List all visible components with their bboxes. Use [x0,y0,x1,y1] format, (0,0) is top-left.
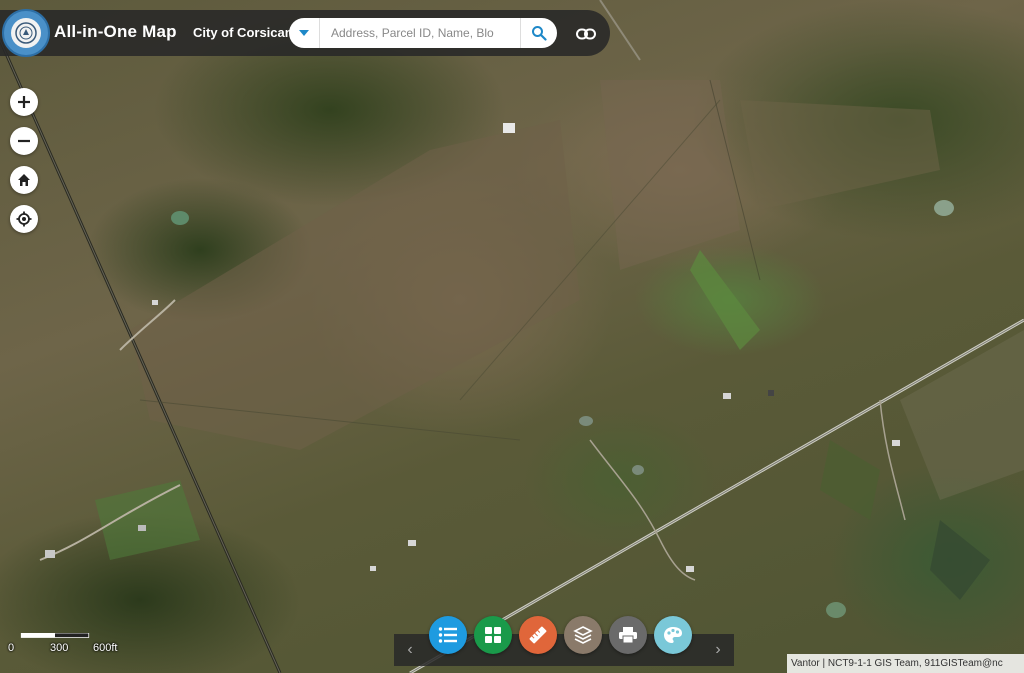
grid-icon [485,627,501,643]
layer-list-tool[interactable] [429,616,467,654]
minus-icon [18,139,30,143]
toolbar-prev-button[interactable]: ‹ [396,634,424,666]
search-button[interactable] [520,18,557,48]
scale-label-300: 300 [50,642,69,654]
zoom-in-button[interactable] [10,88,38,116]
search-source-dropdown[interactable] [289,18,320,48]
palette-icon [664,627,682,643]
search-input[interactable] [325,18,519,48]
map-attribution[interactable]: Vantor | NCT9-1-1 GIS Team, 911GISTeam@n… [787,654,1024,673]
toolbar-next-button[interactable]: › [704,634,732,666]
home-icon [18,174,30,186]
chevron-down-icon [299,30,309,36]
zoom-out-button[interactable] [10,127,38,155]
scale-bar [20,633,90,638]
scale-label-600: 600ft [93,642,118,654]
layers-tool[interactable] [564,616,602,654]
city-seal-icon [11,18,41,48]
plus-icon [18,96,30,108]
locate-icon [16,211,32,227]
basemap-gallery-tool[interactable] [474,616,512,654]
map-features [0,0,1024,673]
share-link-button[interactable] [572,20,600,48]
ruler-icon [529,626,547,644]
search-icon [532,26,547,41]
chevron-left-icon: ‹ [407,641,413,658]
city-label: City of Corsicana [193,25,300,40]
list-icon [438,627,457,643]
draw-tool[interactable] [654,616,692,654]
printer-icon [619,627,637,644]
locate-button[interactable] [10,205,38,233]
chevron-right-icon: › [715,641,721,658]
link-icon [576,28,596,40]
home-button[interactable] [10,166,38,194]
satellite-map[interactable] [0,0,1024,673]
search-box [289,18,557,48]
measure-tool[interactable] [519,616,557,654]
print-tool[interactable] [609,616,647,654]
scale-label-0: 0 [8,642,15,654]
app-title: All-in-One Map [54,22,177,41]
city-logo[interactable] [2,9,50,57]
layers-icon [573,626,593,644]
